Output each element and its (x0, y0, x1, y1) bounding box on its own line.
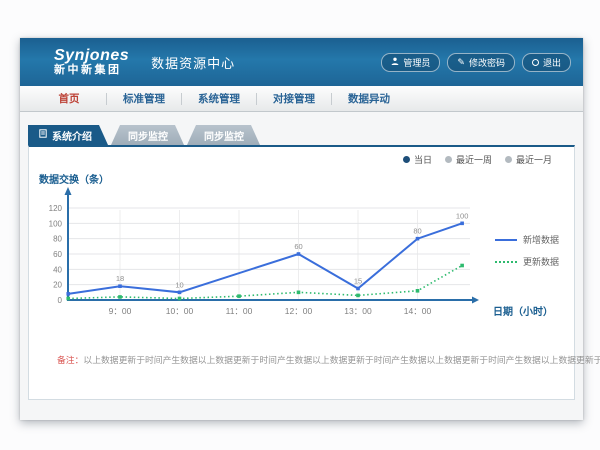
data-point-marker (416, 237, 420, 241)
data-point-marker (356, 294, 360, 298)
data-point-marker (178, 291, 182, 295)
nav-item-home[interactable]: 首页 (32, 91, 106, 106)
data-point-label: 100 (456, 211, 469, 220)
admin-user-label: 管理员 (403, 56, 430, 69)
line-chart: 0 20 40 60 80 100 120 9：00 10：00 11：00 12：00 13：00 1… (38, 185, 488, 320)
tab-sync-monitor-2-label: 同步监控 (204, 128, 244, 143)
logout-button[interactable]: 退出 (522, 53, 571, 72)
period-option-today[interactable]: 当日 (403, 153, 432, 166)
y-tick-label: 100 (49, 219, 63, 228)
radio-dot-icon (505, 156, 512, 163)
y-tick-label: 40 (53, 265, 62, 274)
change-password-button[interactable]: ✎ 修改密码 (447, 53, 515, 72)
x-tick-label: 9：00 (109, 306, 132, 316)
data-point-marker (460, 222, 464, 226)
solid-line-icon (495, 239, 517, 241)
legend-update-data-label: 更新数据 (523, 255, 559, 268)
x-tick-label: 11：00 (226, 306, 253, 316)
nav-item-data-change[interactable]: 数据异动 (332, 91, 406, 106)
nav-item-system-management[interactable]: 系统管理 (182, 91, 256, 106)
data-point-marker (237, 294, 241, 298)
legend-update-data: 更新数据 (495, 255, 559, 268)
y-tick-label: 80 (53, 235, 62, 244)
footnote: 备注：以上数据更新于时间产生数据以上数据更新于时间产生数据以上数据更新于时间产生… (57, 353, 600, 366)
tab-bar: 系统介绍 同步监控 同步监控 (28, 125, 260, 145)
tab-sync-monitor-1[interactable]: 同步监控 (111, 125, 184, 145)
dotted-line-icon (495, 261, 517, 263)
y-tick-label: 120 (49, 204, 63, 213)
tab-sync-monitor-2[interactable]: 同步监控 (187, 125, 260, 145)
x-tick-label: 14：00 (404, 306, 432, 316)
data-point-label: 80 (413, 227, 421, 236)
y-tick-label: 0 (58, 296, 63, 305)
chart-y-axis-title: 数据交换（条） (39, 171, 109, 186)
x-tick-label: 13：00 (344, 306, 372, 316)
page-background: Synjones 新中新集团 数据资源中心 管理员 ✎ 修改密码 退出 (0, 0, 600, 450)
data-point-label: 15 (354, 277, 362, 286)
y-axis-arrow-icon (65, 187, 72, 195)
y-tick-label: 60 (53, 250, 62, 259)
edit-icon: ✎ (457, 58, 465, 67)
x-tick-label: 12：00 (285, 306, 313, 316)
data-point-marker (297, 252, 301, 256)
chart-panel: 当日 最近一周 最近一月 数据交换（条） 0 20 40 60 80 100 120 9：00… (28, 145, 575, 400)
logout-icon (532, 59, 539, 66)
x-axis-arrow-icon (472, 297, 479, 304)
main-nav: 首页 标准管理 系统管理 对接管理 数据异动 (20, 86, 583, 112)
period-last-month-label: 最近一月 (516, 153, 552, 166)
period-option-last-month[interactable]: 最近一月 (505, 153, 552, 166)
data-point-marker (356, 287, 360, 291)
data-point-marker (118, 295, 122, 299)
user-icon (391, 57, 399, 67)
tab-system-intro[interactable]: 系统介绍 (28, 125, 108, 145)
header-actions: 管理员 ✎ 修改密码 退出 (381, 53, 571, 72)
chart-x-axis-title: 日期（小时） (493, 303, 553, 318)
data-point-label: 10 (175, 280, 183, 289)
period-last-week-label: 最近一周 (456, 153, 492, 166)
change-password-label: 修改密码 (469, 56, 505, 69)
app-title: 数据资源中心 (151, 53, 235, 72)
radio-dot-icon (445, 156, 452, 163)
logo-brand-text: Synjones (54, 48, 129, 65)
legend-new-data-label: 新增数据 (523, 233, 559, 246)
data-point-marker (416, 289, 420, 293)
content-area: 系统介绍 同步监控 同步监控 当日 最近一周 (20, 112, 583, 420)
nav-item-interface-management[interactable]: 对接管理 (257, 91, 331, 106)
series-line-新增数据 (68, 223, 462, 294)
data-point-marker (66, 297, 70, 301)
x-tick-label: 10：00 (166, 306, 194, 316)
data-point-marker (66, 292, 70, 296)
period-filter: 当日 最近一周 最近一月 (403, 153, 552, 166)
tab-sync-monitor-1-label: 同步监控 (128, 128, 168, 143)
footnote-text: 以上数据更新于时间产生数据以上数据更新于时间产生数据以上数据更新于时间产生数据以… (83, 355, 600, 365)
data-point-marker (178, 297, 182, 301)
nav-item-standard-management[interactable]: 标准管理 (107, 91, 181, 106)
series-line-更新数据 (68, 266, 462, 299)
data-point-marker (297, 291, 301, 295)
logo-company-text: 新中新集团 (54, 65, 129, 77)
admin-user-button[interactable]: 管理员 (381, 53, 440, 72)
chart-legend: 新增数据 更新数据 (495, 233, 559, 268)
period-today-label: 当日 (414, 153, 432, 166)
app-header: Synjones 新中新集团 数据资源中心 管理员 ✎ 修改密码 退出 (20, 38, 583, 86)
document-icon (39, 129, 47, 141)
tab-system-intro-label: 系统介绍 (52, 128, 92, 143)
radio-dot-icon (403, 156, 410, 163)
data-point-label: 18 (116, 274, 124, 283)
company-logo: Synjones 新中新集团 (54, 48, 129, 76)
footnote-prefix: 备注： (57, 355, 83, 365)
logout-label: 退出 (543, 56, 561, 69)
legend-new-data: 新增数据 (495, 233, 559, 246)
y-tick-label: 20 (53, 281, 62, 290)
period-option-last-week[interactable]: 最近一周 (445, 153, 492, 166)
data-point-label: 60 (294, 242, 302, 251)
data-point-marker (460, 264, 464, 268)
data-point-marker (118, 284, 122, 288)
app-window: Synjones 新中新集团 数据资源中心 管理员 ✎ 修改密码 退出 (20, 38, 583, 420)
